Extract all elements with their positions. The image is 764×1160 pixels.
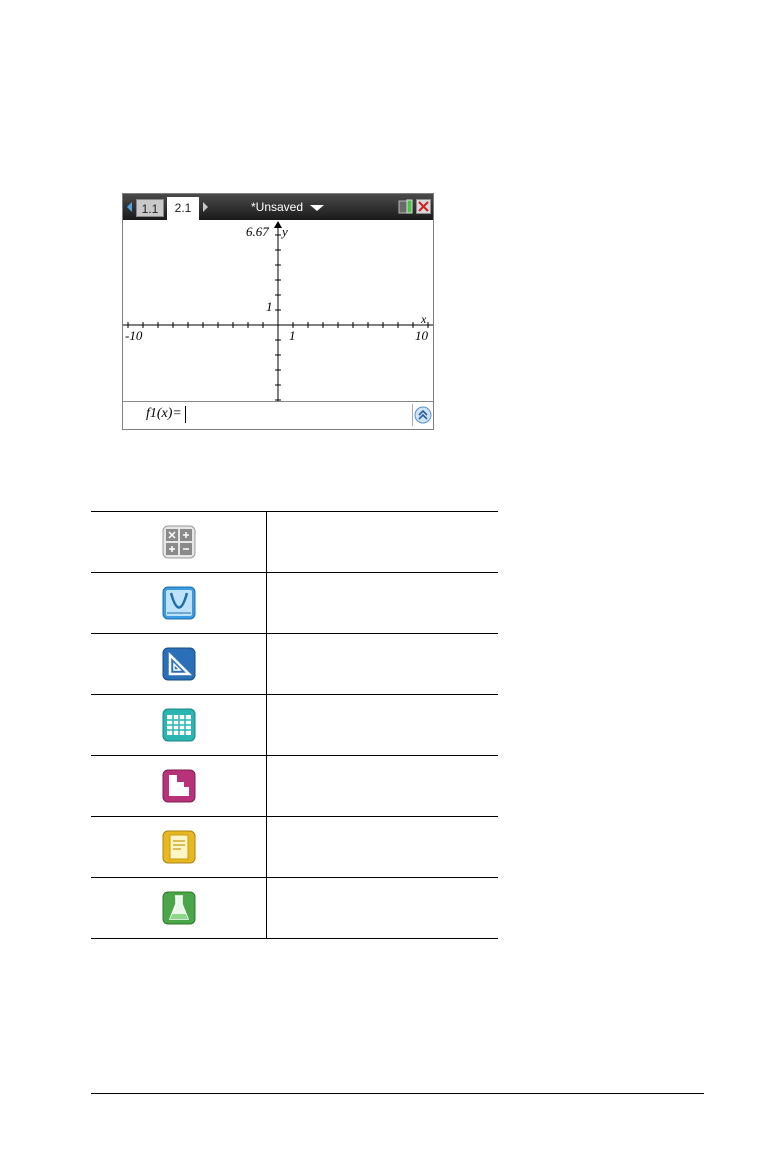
table-row [91, 511, 498, 573]
table-row [91, 694, 498, 756]
text-cursor [185, 406, 186, 423]
battery-icon [398, 199, 413, 214]
table-row [91, 816, 498, 878]
x-max-label: 10 [415, 328, 429, 343]
graph-area[interactable]: 6.67 y 1 x -10 1 10 [123, 220, 433, 401]
tab-bar: 1.1 2.1 *Unsaved [123, 194, 433, 220]
document-title[interactable]: *Unsaved [251, 200, 303, 214]
table-row [91, 755, 498, 817]
data-statistics-app-icon [162, 769, 195, 803]
footer-rule [91, 1093, 704, 1094]
x-tick-label: 1 [289, 328, 296, 343]
y-axis-arrow [274, 221, 282, 228]
next-page-arrow-icon[interactable] [203, 202, 208, 212]
x-axis-label: x [420, 312, 427, 326]
function-label: f1(x)= [146, 406, 182, 421]
geometry-app-icon [162, 647, 195, 681]
expand-entry-button[interactable] [412, 404, 432, 426]
tab-1-1[interactable]: 1.1 [136, 199, 164, 217]
close-button[interactable] [416, 199, 431, 214]
x-min-label: -10 [125, 328, 143, 343]
prev-page-arrow-icon[interactable] [127, 202, 132, 212]
y-tick-label: 1 [266, 299, 273, 314]
handheld-screen: 1.1 2.1 *Unsaved 6.67 y 1 x -10 1 10 f1(… [122, 193, 434, 430]
close-icon [418, 201, 429, 212]
chevron-down-icon[interactable] [310, 205, 324, 211]
notes-app-icon [162, 830, 195, 864]
tab-2-1[interactable]: 2.1 [167, 197, 199, 220]
lists-spreadsheet-app-icon [162, 708, 195, 742]
calculator-app-icon [162, 525, 195, 559]
graphs-app-icon [162, 586, 195, 620]
y-axis-label: y [280, 224, 288, 239]
vernier-dataquest-app-icon [162, 891, 195, 925]
table-row [91, 877, 498, 939]
app-icons-table [91, 511, 498, 939]
y-max-label: 6.67 [246, 224, 269, 239]
table-row [91, 572, 498, 634]
function-entry-line[interactable]: f1(x)= [123, 401, 433, 429]
table-row [91, 633, 498, 695]
double-chevron-up-icon [414, 406, 432, 424]
